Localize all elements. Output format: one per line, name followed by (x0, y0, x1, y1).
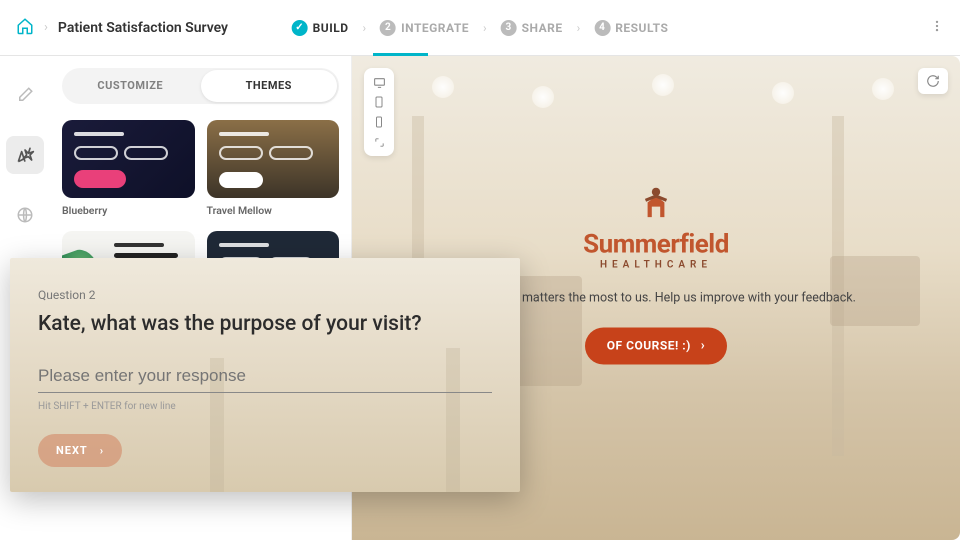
input-hint: Hit SHIFT + ENTER for new line (38, 401, 492, 412)
step-build[interactable]: ✓ BUILD (292, 20, 349, 36)
chevron-right-icon: › (701, 338, 705, 353)
nav-steps: ✓ BUILD › 2 INTEGRATE › 3 SHARE › 4 RESU… (292, 20, 669, 36)
seg-themes[interactable]: THEMES (201, 70, 338, 102)
step-num: 2 (380, 20, 396, 36)
step-label: RESULTS (615, 21, 668, 35)
brand-subtitle: HEALTHCARE (600, 259, 712, 270)
step-num: 3 (501, 20, 517, 36)
theme-card-travel[interactable]: Travel Mellow (207, 120, 340, 217)
chevron-right-icon: › (44, 20, 48, 35)
chevron-right-icon: › (363, 21, 367, 35)
chevron-right-icon: › (100, 444, 104, 457)
preview-tablet-icon[interactable] (368, 94, 390, 110)
theme-thumb[interactable] (207, 120, 340, 198)
theme-name: Travel Mellow (207, 204, 340, 217)
chevron-right-icon: › (577, 21, 581, 35)
brand-logo-icon (635, 183, 677, 225)
step-share[interactable]: 3 SHARE (501, 20, 563, 36)
theme-name: Blueberry (62, 204, 195, 217)
check-icon: ✓ (292, 20, 308, 36)
question-card: Question 2 Kate, what was the purpose of… (10, 258, 520, 492)
rail-item-edit[interactable] (6, 76, 44, 114)
refresh-button[interactable] (918, 68, 948, 94)
theme-card-blueberry[interactable]: Blueberry (62, 120, 195, 217)
preview-desktop-icon[interactable] (368, 74, 390, 90)
rail-item-globe[interactable] (6, 196, 44, 234)
segmented-control: CUSTOMIZE THEMES (62, 68, 339, 104)
step-num: 4 (594, 20, 610, 36)
rail-item-themes[interactable] (6, 136, 44, 174)
step-label: INTEGRATE (401, 21, 469, 35)
question-text: Kate, what was the purpose of your visit… (38, 312, 492, 336)
preview-mobile-icon[interactable] (368, 114, 390, 130)
step-label: SHARE (522, 21, 563, 35)
step-integrate[interactable]: 2 INTEGRATE (380, 20, 469, 36)
cta-label: OF COURSE! :) (607, 339, 691, 353)
theme-thumb[interactable] (62, 120, 195, 198)
cta-button[interactable]: OF COURSE! :) › (585, 327, 727, 364)
preview-expand-icon[interactable] (368, 134, 390, 150)
chevron-right-icon: › (483, 21, 487, 35)
brand-name: Summerfield (583, 229, 729, 259)
page-title: Patient Satisfaction Survey (58, 20, 228, 36)
more-menu-icon[interactable] (930, 18, 944, 37)
home-icon[interactable] (16, 17, 34, 39)
preview-device-toolbar (364, 68, 394, 156)
breadcrumb: › Patient Satisfaction Survey (16, 17, 228, 39)
seg-customize[interactable]: CUSTOMIZE (62, 70, 199, 102)
response-input[interactable] (38, 362, 492, 393)
question-number: Question 2 (38, 288, 492, 302)
next-label: NEXT (56, 444, 88, 457)
step-label: BUILD (313, 21, 349, 35)
step-results[interactable]: 4 RESULTS (594, 20, 668, 36)
header: › Patient Satisfaction Survey ✓ BUILD › … (0, 0, 960, 56)
next-button[interactable]: NEXT › (38, 434, 122, 467)
